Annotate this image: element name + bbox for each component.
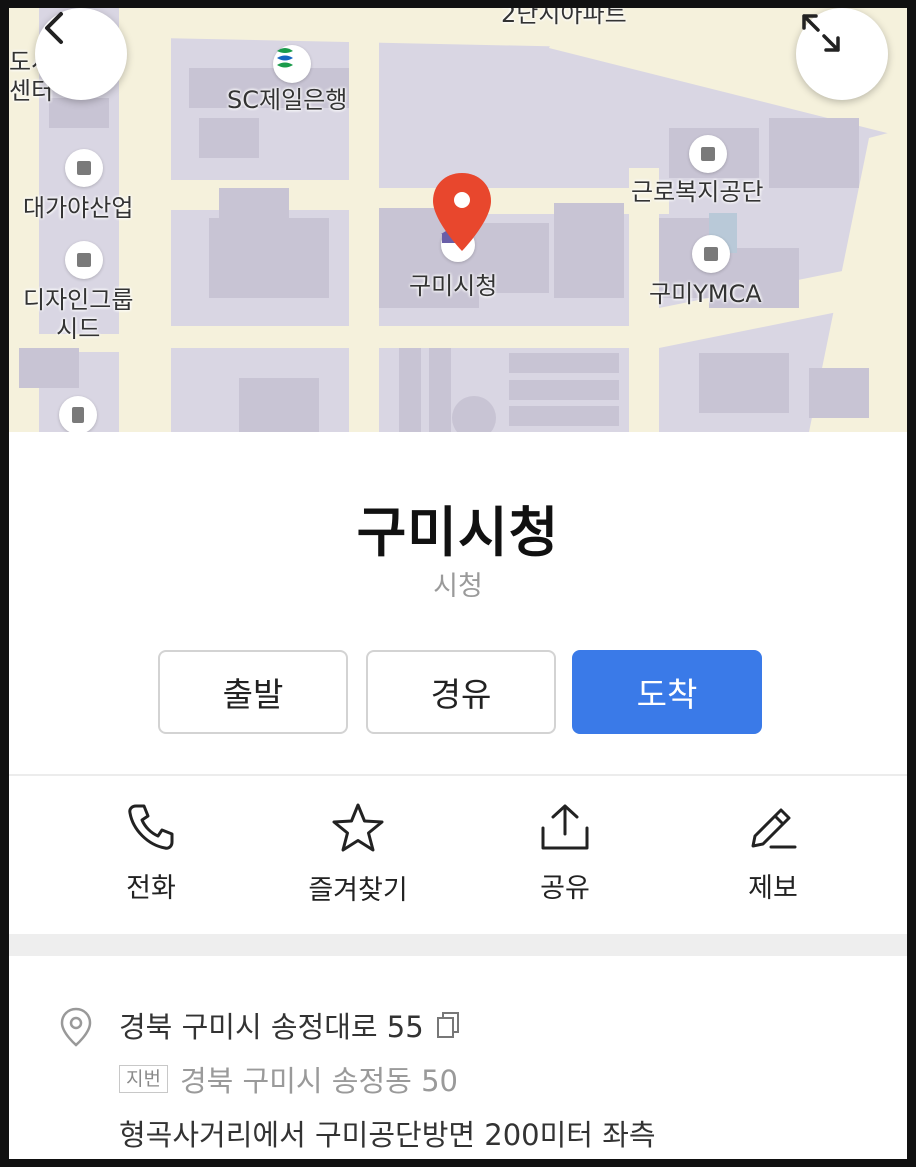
expand-button[interactable] bbox=[796, 8, 888, 100]
app-frame: 2단지아파트 SC제일은행 도시 센터 대가야산업 디자인그룹 시드 근로복지공… bbox=[9, 8, 907, 1159]
jibun-badge: 지번 bbox=[119, 1064, 168, 1094]
map-label-apartment: 2단지아파트 bbox=[501, 8, 627, 28]
road-address: 경북 구미시 송정대로 55 bbox=[119, 1004, 462, 1046]
map-label-ymca: 구미YMCA bbox=[649, 280, 762, 308]
share-label: 공유 bbox=[540, 873, 590, 904]
favorite-label: 즐겨찾기 bbox=[308, 875, 408, 906]
place-detail-sheet: 구미시청 시청 출발 경유 도착 전화 즐겨찾기 공유 제보 경북 구미시 송정… bbox=[9, 432, 907, 1159]
map-label-labor-welfare: 근로복지공단 bbox=[631, 178, 764, 206]
place-title: 구미시청 bbox=[356, 501, 560, 564]
back-arrow-icon bbox=[45, 12, 63, 44]
jibun-address-text: 경북 구미시 송정동 50 bbox=[179, 1064, 458, 1098]
jibun-address: 지번 경북 구미시 송정동 50 bbox=[119, 1058, 458, 1100]
report-label: 제보 bbox=[748, 873, 798, 904]
call-label: 전화 bbox=[126, 873, 176, 904]
map-label-sc-bank: SC제일은행 bbox=[227, 86, 348, 114]
poi-building-icon[interactable] bbox=[689, 135, 727, 173]
star-icon bbox=[332, 803, 384, 852]
sc-bank-logo-icon[interactable] bbox=[273, 45, 311, 83]
section-separator bbox=[9, 934, 907, 956]
call-action[interactable]: 전화 bbox=[51, 802, 251, 905]
map-label-design-group: 디자인그룹 시드 bbox=[23, 286, 134, 343]
location-outline-icon bbox=[60, 1007, 92, 1047]
pencil-icon bbox=[751, 808, 797, 849]
report-action[interactable]: 제보 bbox=[673, 802, 873, 905]
copy-icon[interactable] bbox=[434, 1010, 462, 1040]
depart-button[interactable]: 출발 bbox=[158, 650, 348, 734]
share-icon bbox=[541, 804, 589, 850]
map-label-daega: 대가야산업 bbox=[23, 194, 134, 222]
poi-building-icon[interactable] bbox=[65, 241, 103, 279]
map-view[interactable]: 2단지아파트 SC제일은행 도시 센터 대가야산업 디자인그룹 시드 근로복지공… bbox=[9, 8, 907, 432]
via-button[interactable]: 경유 bbox=[366, 650, 556, 734]
road-address-text: 경북 구미시 송정대로 55 bbox=[119, 1010, 424, 1044]
poi-building-icon[interactable] bbox=[59, 396, 97, 432]
directions-text: 형곡사거리에서 구미공단방면 200미터 좌측 bbox=[119, 1118, 656, 1152]
map-label-city-hall: 구미시청 bbox=[409, 272, 498, 300]
location-pin-icon[interactable] bbox=[431, 171, 493, 253]
poi-building-icon[interactable] bbox=[65, 149, 103, 187]
share-action[interactable]: 공유 bbox=[465, 802, 665, 905]
back-button[interactable] bbox=[35, 8, 127, 100]
phone-icon bbox=[128, 804, 174, 850]
divider bbox=[9, 774, 907, 776]
place-category: 시청 bbox=[433, 571, 483, 602]
expand-icon bbox=[802, 14, 840, 52]
favorite-action[interactable]: 즐겨찾기 bbox=[258, 802, 458, 907]
arrive-button[interactable]: 도착 bbox=[572, 650, 762, 734]
poi-building-icon[interactable] bbox=[692, 235, 730, 273]
